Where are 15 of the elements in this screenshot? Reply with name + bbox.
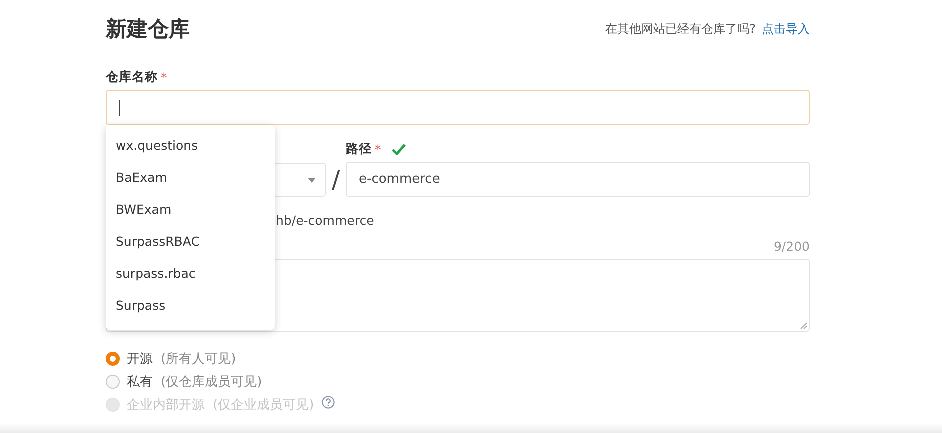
radio-label: 开源 [127, 351, 153, 368]
radio-note: (所有人可见) [161, 351, 236, 368]
radio-label: 企业内部开源 [127, 397, 205, 414]
radio-note: (仅仓库成员可见) [161, 374, 262, 391]
radio-note: (仅企业成员可见) [213, 397, 314, 414]
field-label: 仓库名称 [106, 68, 158, 86]
page-title: 新建仓库 [106, 16, 190, 43]
import-prompt: 在其他网站已经有仓库了吗? [606, 20, 756, 38]
required-mark: * [375, 142, 382, 156]
path-hint: hb/e-commerce [275, 213, 376, 228]
field-label: 路径 [346, 140, 372, 158]
char-counter: 9/200 [774, 239, 810, 254]
radio-label: 私有 [127, 374, 153, 391]
required-mark: * [161, 70, 168, 84]
path-separator: / [330, 165, 342, 196]
